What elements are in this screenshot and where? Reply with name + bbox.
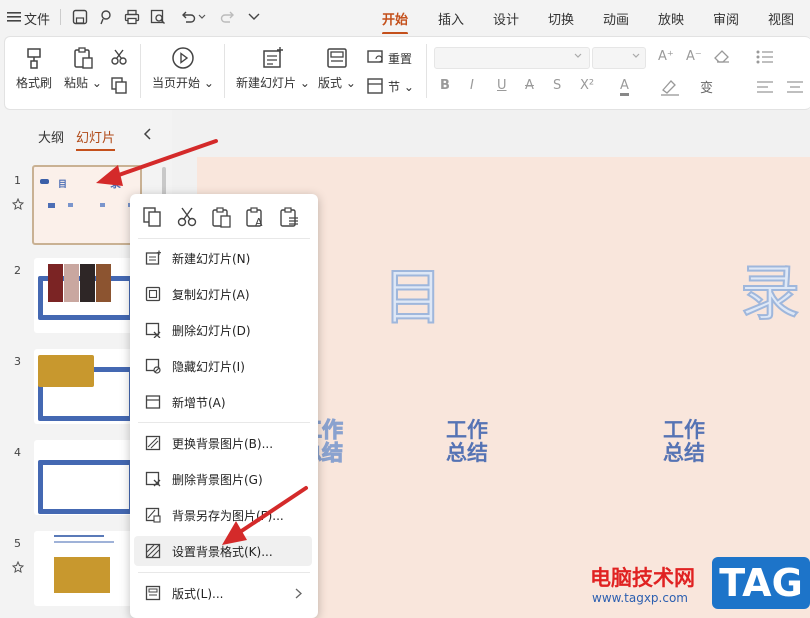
- annotation-arrows: [96, 139, 308, 545]
- watermark-tag-logo: TAG: [712, 557, 810, 609]
- watermark-site-name: 电脑技术网: [590, 566, 695, 590]
- watermark-url: www.tagxp.com: [592, 591, 688, 605]
